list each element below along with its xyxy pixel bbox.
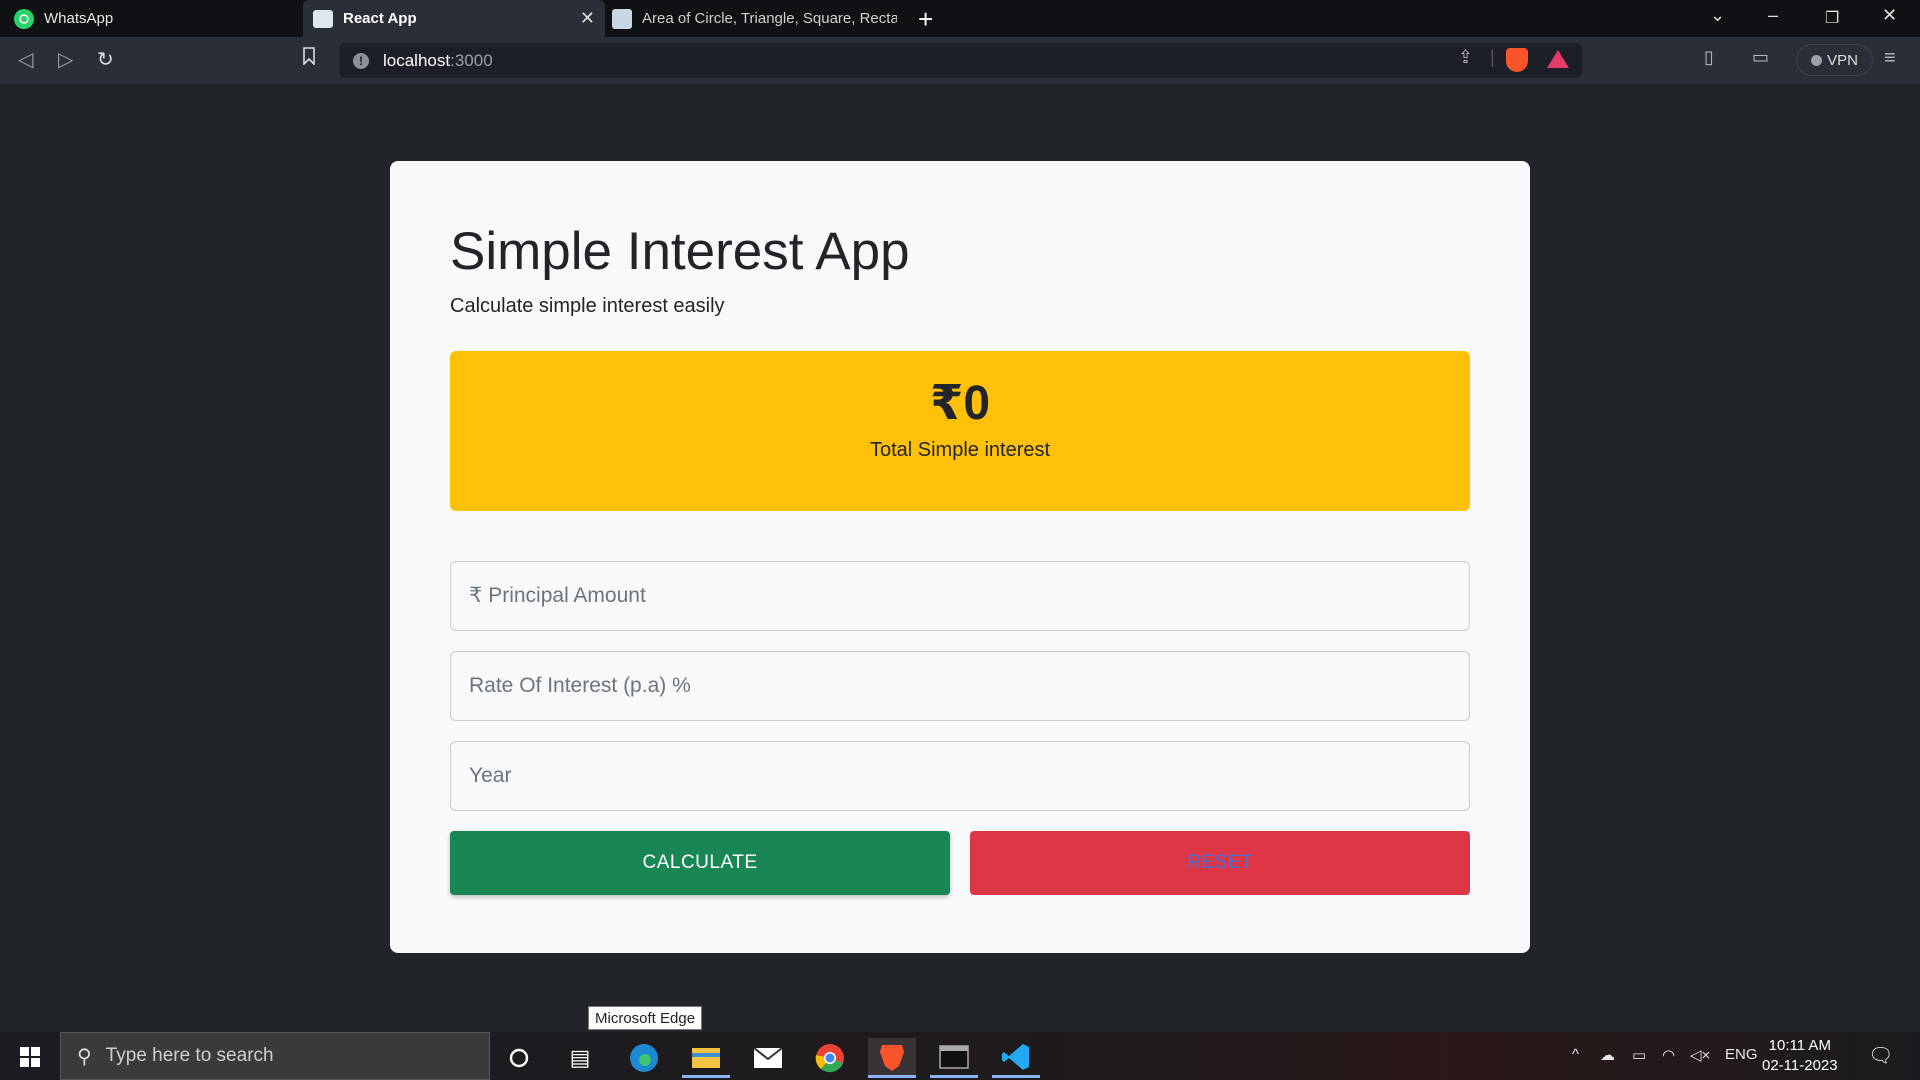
file-explorer-icon[interactable] xyxy=(682,1038,730,1078)
search-placeholder: Type here to search xyxy=(105,1045,274,1066)
language-indicator[interactable]: ENG xyxy=(1725,1046,1758,1063)
chrome-icon[interactable] xyxy=(806,1038,854,1078)
wifi-icon[interactable]: ◠ xyxy=(1662,1046,1675,1064)
page-favicon xyxy=(612,8,632,29)
page-subtitle: Calculate simple interest easily xyxy=(450,295,725,317)
terminal-icon[interactable] xyxy=(930,1038,978,1078)
principal-amount-input[interactable] xyxy=(450,561,1470,631)
rate-of-interest-input[interactable] xyxy=(450,651,1470,721)
battery-icon[interactable]: ▭ xyxy=(1632,1046,1646,1064)
tab-label: React App xyxy=(343,10,417,27)
search-icon: ⚲ xyxy=(77,1045,92,1068)
brave-rewards-icon[interactable] xyxy=(1547,50,1569,68)
brave-icon[interactable] xyxy=(868,1038,916,1078)
chevron-up-icon[interactable]: ^ xyxy=(1572,1046,1579,1063)
taskbar-search-box[interactable]: ⚲ Type here to search xyxy=(60,1032,490,1080)
clock-time: 10:11 AM xyxy=(1768,1037,1831,1054)
tab-whatsapp[interactable]: WhatsApp xyxy=(14,0,304,37)
wallet-icon[interactable]: ▭ xyxy=(1752,47,1769,68)
windows-taskbar: ⚲ Type here to search ▤ ^ ☁ ▭ ◠ ◁× ENG 1… xyxy=(0,1032,1920,1080)
notification-icon[interactable]: 🗨 xyxy=(1868,1043,1893,1068)
volume-muted-icon[interactable]: ◁× xyxy=(1690,1046,1710,1064)
vpn-status-icon xyxy=(1811,54,1823,66)
sidebar-icon[interactable]: ▯ xyxy=(1704,47,1714,68)
whatsapp-icon xyxy=(14,8,34,29)
mail-icon[interactable] xyxy=(744,1038,792,1078)
tab-react-app[interactable]: React App ✕ xyxy=(303,0,605,37)
year-input[interactable] xyxy=(450,741,1470,811)
simple-interest-card: Simple Interest App Calculate simple int… xyxy=(390,161,1530,953)
clock-date: 02-11-2023 xyxy=(1762,1057,1838,1074)
edge-icon[interactable] xyxy=(620,1038,668,1078)
url-host: localhost xyxy=(383,50,451,70)
windows-start-icon[interactable] xyxy=(20,1047,40,1067)
tab-label: WhatsApp xyxy=(44,10,114,27)
forward-icon[interactable]: ▷ xyxy=(58,47,73,72)
task-view-icon[interactable]: ▤ xyxy=(556,1038,604,1078)
reset-button[interactable]: RESET xyxy=(970,831,1470,895)
result-amount: ₹0 xyxy=(929,377,991,430)
react-favicon xyxy=(313,9,333,28)
bookmark-icon[interactable] xyxy=(302,47,316,70)
result-label: Total Simple interest xyxy=(869,439,1051,461)
tab-label: Area of Circle, Triangle, Square, Rectan xyxy=(642,10,897,27)
onedrive-icon[interactable]: ☁ xyxy=(1600,1046,1615,1064)
cortana-icon[interactable] xyxy=(495,1038,543,1078)
page-title: Simple Interest App xyxy=(450,222,910,281)
info-icon[interactable]: ! xyxy=(353,52,369,69)
taskbar-clock[interactable]: 10:11 AM 02-11-2023 xyxy=(1762,1036,1838,1076)
vpn-label: VPN xyxy=(1827,51,1858,69)
close-window-icon[interactable]: ✕ xyxy=(1882,5,1897,26)
url-bar[interactable]: ! localhost:3000 xyxy=(339,43,1582,78)
restore-icon[interactable]: ❐ xyxy=(1825,8,1839,28)
chevron-down-icon[interactable]: ⌄ xyxy=(1710,5,1725,26)
vpn-button[interactable]: VPN xyxy=(1796,44,1873,76)
menu-icon[interactable]: ≡ xyxy=(1884,47,1896,70)
minimize-icon[interactable]: – xyxy=(1768,5,1778,26)
tab-area-of-circle[interactable]: Area of Circle, Triangle, Square, Rectan xyxy=(612,0,902,37)
brave-shield-icon[interactable] xyxy=(1506,48,1528,72)
address-toolbar: ◁ ▷ ↻ ! localhost:3000 ⇪ | ▯ ▭ ≡ xyxy=(0,37,1920,84)
browser-tab-bar: WhatsApp React App ✕ Area of Circle, Tri… xyxy=(0,0,1920,37)
calculate-button[interactable]: CALCULATE xyxy=(450,831,950,895)
url-port: :3000 xyxy=(450,50,493,70)
back-icon[interactable]: ◁ xyxy=(18,47,33,72)
url-divider: | xyxy=(1490,47,1495,67)
plus-icon[interactable]: + xyxy=(918,4,933,35)
close-icon[interactable]: ✕ xyxy=(580,8,595,29)
vscode-icon[interactable] xyxy=(992,1038,1040,1078)
taskbar-tooltip: Microsoft Edge xyxy=(588,1006,703,1030)
reload-icon[interactable]: ↻ xyxy=(97,47,114,72)
result-panel: ₹0 Total Simple interest xyxy=(450,351,1470,511)
share-icon[interactable]: ⇪ xyxy=(1458,47,1473,68)
